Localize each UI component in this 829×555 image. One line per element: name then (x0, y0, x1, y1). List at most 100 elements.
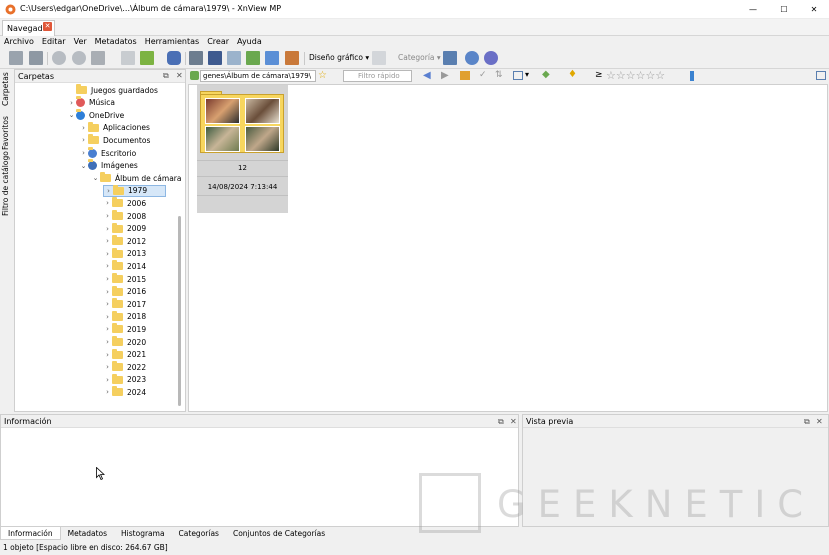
tree-item[interactable]: › 2019 (103, 323, 148, 335)
tree-item[interactable]: › 2023 (103, 373, 148, 386)
chevron-icon[interactable]: › (79, 149, 88, 157)
tree-item[interactable]: › 2014 (103, 260, 148, 272)
pin-icon[interactable]: ⧉ (498, 417, 504, 427)
tab-categorias[interactable]: Categorías (172, 527, 226, 540)
minimize-button[interactable]: — (738, 0, 768, 19)
chevron-icon[interactable]: › (103, 351, 112, 359)
tree-item[interactable]: › 2021 (103, 348, 148, 361)
up-folder-icon[interactable] (460, 71, 470, 80)
tree-item[interactable]: › 2018 (103, 310, 148, 323)
menu-crear[interactable]: Crear (203, 36, 233, 47)
view-mode-icon[interactable] (513, 71, 523, 80)
tree-item[interactable]: › 2012 (103, 235, 148, 247)
fullscreen-icon[interactable] (9, 51, 23, 65)
fit-icon[interactable] (29, 51, 43, 65)
tree-item[interactable]: › 2022 (103, 361, 148, 373)
chevron-icon[interactable]: › (79, 136, 88, 144)
tab-conjuntos[interactable]: Conjuntos de Categorías (226, 527, 332, 540)
chevron-icon[interactable]: › (103, 300, 112, 308)
pin-icon[interactable]: ⧉ (804, 417, 810, 427)
folder-add-icon[interactable] (140, 51, 154, 65)
star-icon[interactable]: ☆ (318, 70, 327, 81)
chevron-down-icon[interactable]: ▾ (525, 70, 529, 79)
webpage-icon[interactable] (285, 51, 299, 65)
tag-filter-icon[interactable]: ◆ (542, 69, 550, 80)
chevron-icon[interactable]: › (103, 262, 112, 270)
rail-tab-favoritos[interactable]: Favoritos (1, 116, 10, 150)
tree-item[interactable]: › 2008 (103, 210, 148, 222)
favorite-icon[interactable] (190, 71, 199, 80)
menu-ver[interactable]: Ver (70, 36, 91, 47)
panel-close-icon[interactable]: ✕ (510, 417, 517, 426)
rail-tab-filtro[interactable]: Filtro de catálogo (1, 151, 10, 216)
chevron-icon[interactable]: › (67, 99, 76, 107)
chevron-icon[interactable]: › (103, 237, 112, 245)
chevron-icon[interactable]: › (103, 325, 112, 333)
path-input[interactable]: genes\Álbum de cámara\1979\ (200, 70, 316, 82)
back-icon[interactable]: ◀ (423, 70, 431, 81)
chevron-icon[interactable]: › (103, 338, 112, 346)
menu-archivo[interactable]: Archivo (0, 36, 38, 47)
menu-herramientas[interactable]: Herramientas (141, 36, 204, 47)
tree-item[interactable]: › Aplicaciones (79, 121, 152, 134)
chevron-icon[interactable]: › (103, 363, 112, 371)
rail-tab-carpetas[interactable]: Carpetas (1, 72, 10, 106)
chevron-icon[interactable]: › (103, 388, 112, 396)
tree-item[interactable]: › 2015 (103, 273, 148, 285)
chevron-icon[interactable]: › (103, 199, 112, 207)
tree-scrollbar[interactable] (178, 216, 181, 406)
tree-item[interactable]: › 2009 (103, 222, 148, 235)
chevron-icon[interactable]: ⌄ (79, 162, 88, 170)
close-button[interactable]: ✕ (799, 0, 829, 19)
tab-histograma[interactable]: Histograma (114, 527, 172, 540)
sort-icon[interactable]: ⇅ (495, 70, 503, 80)
menu-ayuda[interactable]: Ayuda (233, 36, 266, 47)
tree-item[interactable]: › 2017 (103, 298, 148, 310)
tree-item[interactable]: › Documentos (79, 134, 152, 146)
chevron-icon[interactable]: › (103, 275, 112, 283)
slideshow-icon[interactable] (265, 51, 279, 65)
chevron-icon[interactable]: › (103, 313, 112, 321)
menu-metadatos[interactable]: Metadatos (91, 36, 141, 47)
tab-metadatos[interactable]: Metadatos (61, 527, 114, 540)
printer-icon[interactable] (189, 51, 203, 65)
tree-item[interactable]: › Música (67, 96, 117, 109)
tag-icon[interactable] (443, 51, 457, 65)
tree-item[interactable]: ⌄ OneDrive (67, 108, 126, 121)
tree-item[interactable]: › 1979 (103, 184, 167, 197)
category-dropdown[interactable]: Categoría ▾ (398, 53, 441, 62)
chevron-icon[interactable]: ⌄ (67, 111, 76, 119)
compare-icon[interactable] (246, 51, 260, 65)
tab-close-icon[interactable]: ✕ (43, 22, 52, 31)
tab-informacion[interactable]: Información (0, 527, 61, 540)
rating-comparator[interactable]: ≥ (595, 70, 603, 80)
rotate-left-icon[interactable] (52, 51, 66, 65)
pin-icon[interactable]: ⧉ (163, 71, 169, 81)
settings-icon[interactable] (465, 51, 479, 65)
chevron-icon[interactable]: › (103, 225, 112, 233)
tree-item[interactable]: › 2016 (103, 285, 148, 298)
layout-dropdown[interactable]: Diseño gráfico ▾ (309, 53, 369, 62)
tree-item[interactable]: Juegos guardados (67, 84, 160, 96)
chevron-icon[interactable]: ⌄ (91, 174, 100, 182)
tree-item[interactable]: › 2006 (103, 197, 148, 209)
chevron-icon[interactable]: › (103, 288, 112, 296)
tree-item[interactable]: ⌄ Álbum de cámara (91, 172, 183, 184)
rating-filter-icon[interactable]: ♦ (568, 69, 577, 80)
panel-close-icon[interactable]: ✕ (176, 71, 183, 80)
chevron-icon[interactable]: › (103, 376, 112, 384)
rotate-right-icon[interactable] (72, 51, 86, 65)
quick-filter-input[interactable]: Filtro rápido (343, 70, 412, 82)
tree-item[interactable]: › Escritorio (79, 146, 138, 159)
chevron-icon[interactable]: › (103, 212, 112, 220)
rating-stars[interactable]: ☆☆☆☆☆☆ (606, 70, 665, 82)
tree-item[interactable]: › 2024 (103, 386, 148, 398)
panel-toggle-icon[interactable] (816, 71, 826, 80)
zoom-slider-handle[interactable] (690, 71, 694, 81)
tree-item[interactable]: ⌄ Imágenes (79, 159, 140, 172)
print-icon[interactable] (91, 51, 105, 65)
thumbnail-item[interactable]: 12 14/08/2024 7:13:44 (197, 85, 288, 213)
chevron-icon[interactable]: › (103, 250, 112, 258)
binoculars-icon[interactable] (167, 51, 181, 65)
check-icon[interactable]: ✓ (479, 70, 487, 80)
